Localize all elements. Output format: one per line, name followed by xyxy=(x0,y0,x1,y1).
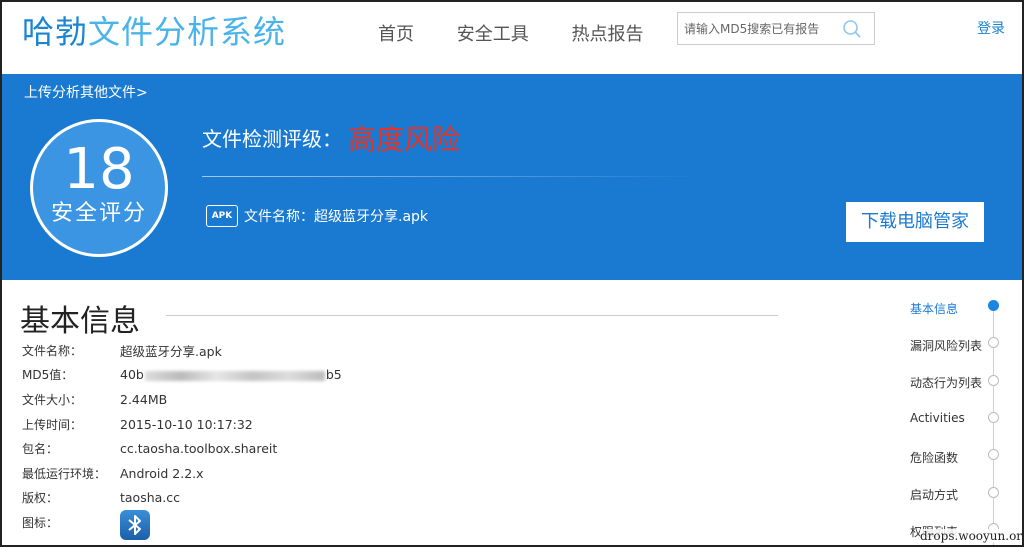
info-row-icon: 图标： xyxy=(22,510,342,541)
main-nav: 首页 安全工具 热点报告 xyxy=(378,20,680,46)
md5-prefix: 40b xyxy=(120,367,144,383)
rating-value: 高度风险 xyxy=(348,123,461,156)
info-key: 最低运行环境： xyxy=(22,466,107,481)
result-banner: 上传分析其他文件> 18 安全评分 文件检测评级： 高度风险 APK 文件名称： … xyxy=(2,74,1022,280)
nav-item-home[interactable]: 首页 xyxy=(378,20,414,46)
info-key: 文件大小： xyxy=(22,392,83,407)
security-score-circle: 18 安全评分 xyxy=(30,119,168,257)
sidenav-dot-active[interactable] xyxy=(988,300,999,311)
info-row-file-name: 文件名称： 超级蓝牙分享.apk xyxy=(22,338,342,363)
sidenav-dot[interactable] xyxy=(988,337,999,348)
md5-redacted xyxy=(144,370,325,381)
info-row-package-name: 包名： cc.taosha.toolbox.shareit xyxy=(22,436,342,461)
sidenav-item-dynamic-behaviors[interactable]: 动态行为列表 xyxy=(910,374,982,391)
file-name-label: 文件名称： xyxy=(244,209,314,225)
sidenav-item-activities[interactable]: Activities xyxy=(910,411,965,425)
info-key: MD5值： xyxy=(22,368,74,383)
sidenav-dot[interactable] xyxy=(988,487,999,498)
info-key: 文件名称： xyxy=(22,343,83,358)
info-row-upload-time: 上传时间： 2015-10-10 10:17:32 xyxy=(22,412,342,437)
file-name-line: APK 文件名称： 超级蓝牙分享.apk xyxy=(206,205,428,227)
info-key: 图标： xyxy=(22,515,59,530)
info-key: 包名： xyxy=(22,442,59,457)
top-header: 哈勃文件分析系统 首页 安全工具 热点报告 登录 xyxy=(2,2,1022,74)
file-name-value: 超级蓝牙分享.apk xyxy=(314,209,429,225)
download-pc-manager-button[interactable]: 下载电脑管家 xyxy=(846,202,984,242)
info-value: 超级蓝牙分享.apk xyxy=(120,343,222,359)
logo-product: 文件分析系统 xyxy=(88,13,287,51)
info-row-min-env: 最低运行环境： Android 2.2.x xyxy=(22,461,342,486)
info-key: 版权： xyxy=(22,491,59,506)
sidenav-item-basic-info[interactable]: 基本信息 xyxy=(910,300,958,317)
sidenav-dot[interactable] xyxy=(988,375,999,386)
search-icon[interactable] xyxy=(842,19,862,39)
upload-other-file-link[interactable]: 上传分析其他文件> xyxy=(24,82,148,102)
info-key: 上传时间： xyxy=(22,417,83,432)
logo-brand: 哈勃 xyxy=(22,13,89,51)
nav-item-hot-reports[interactable]: 热点报告 xyxy=(571,20,643,46)
security-score-value: 18 xyxy=(63,137,135,202)
rating-label: 文件检测评级： xyxy=(202,127,342,151)
search-input[interactable] xyxy=(678,13,836,44)
info-value: cc.taosha.toolbox.shareit xyxy=(120,441,278,457)
md5-value: 40b b5 xyxy=(120,367,342,382)
info-value: Android 2.2.x xyxy=(120,465,204,481)
nav-item-security-tools[interactable]: 安全工具 xyxy=(457,20,529,46)
info-value: taosha.cc xyxy=(120,490,181,506)
info-value: 2015-10-10 10:17:32 xyxy=(120,416,253,432)
apk-file-icon: APK xyxy=(206,205,238,227)
basic-info-table: 文件名称： 超级蓝牙分享.apk MD5值： 40b b5 文件大小： 2.44M… xyxy=(22,338,342,541)
info-row-md5: MD5值： 40b b5 xyxy=(22,363,342,388)
page-frame: 哈勃文件分析系统 首页 安全工具 热点报告 登录 上传分析其他文件> 18 安全… xyxy=(0,0,1024,547)
login-link[interactable]: 登录 xyxy=(977,18,1005,38)
title-divider xyxy=(166,315,778,316)
banner-divider xyxy=(202,176,702,177)
sidenav-dot[interactable] xyxy=(988,449,999,460)
basic-info-title: 基本信息 xyxy=(20,304,140,339)
security-score-label: 安全评分 xyxy=(50,201,147,226)
info-row-file-size: 文件大小： 2.44MB xyxy=(22,387,342,412)
bluetooth-app-icon xyxy=(120,510,150,541)
info-value: 2.44MB xyxy=(120,391,168,407)
sidenav-item-startup-methods[interactable]: 启动方式 xyxy=(910,486,958,503)
site-logo[interactable]: 哈勃文件分析系统 xyxy=(22,10,286,54)
info-row-copyright: 版权： taosha.cc xyxy=(22,486,342,511)
bluetooth-icon xyxy=(128,515,141,536)
watermark-text: drops.wooyun.org xyxy=(920,529,1022,543)
detection-rating: 文件检测评级： 高度风险 xyxy=(202,118,460,158)
search-box xyxy=(677,12,875,45)
sidenav-dot[interactable] xyxy=(988,412,999,423)
sidenav-item-vuln-risks[interactable]: 漏洞风险列表 xyxy=(910,337,982,354)
md5-suffix: b5 xyxy=(325,367,342,383)
sidenav-item-dangerous-functions[interactable]: 危险函数 xyxy=(910,449,958,466)
